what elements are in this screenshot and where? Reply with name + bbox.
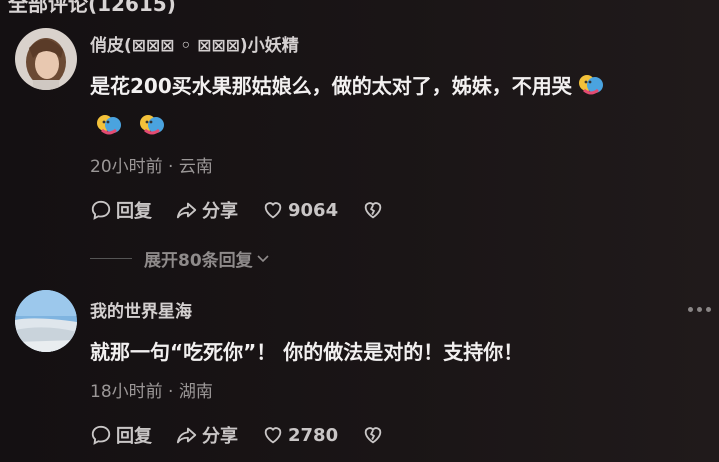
comment-meta: 18小时前 · 湖南 <box>90 382 213 402</box>
comment-item: 我的世界星海 就那一句“吃死你”！ 你的做法是对的！支持你！ 18小时前 · 湖… <box>0 0 719 462</box>
share-icon <box>176 427 197 444</box>
dislike-button[interactable] <box>362 424 388 446</box>
reply-button[interactable]: 回复 <box>90 422 152 448</box>
more-icon[interactable] <box>688 307 711 312</box>
share-label: 分享 <box>202 426 238 447</box>
avatar[interactable] <box>15 290 77 352</box>
reply-label: 回复 <box>116 426 152 447</box>
like-count: 2780 <box>288 424 339 446</box>
share-button[interactable]: 分享 <box>176 422 238 448</box>
comment-username[interactable]: 我的世界星海 <box>90 297 192 322</box>
comment-actions: 回复 分享 2780 <box>90 422 412 448</box>
like-button[interactable]: 2780 <box>262 424 338 446</box>
comment-text: 就那一句“吃死你”！ 你的做法是对的！支持你！ <box>90 340 524 364</box>
comment-icon <box>91 425 111 445</box>
broken-heart-icon <box>364 427 382 444</box>
heart-icon <box>264 427 282 444</box>
